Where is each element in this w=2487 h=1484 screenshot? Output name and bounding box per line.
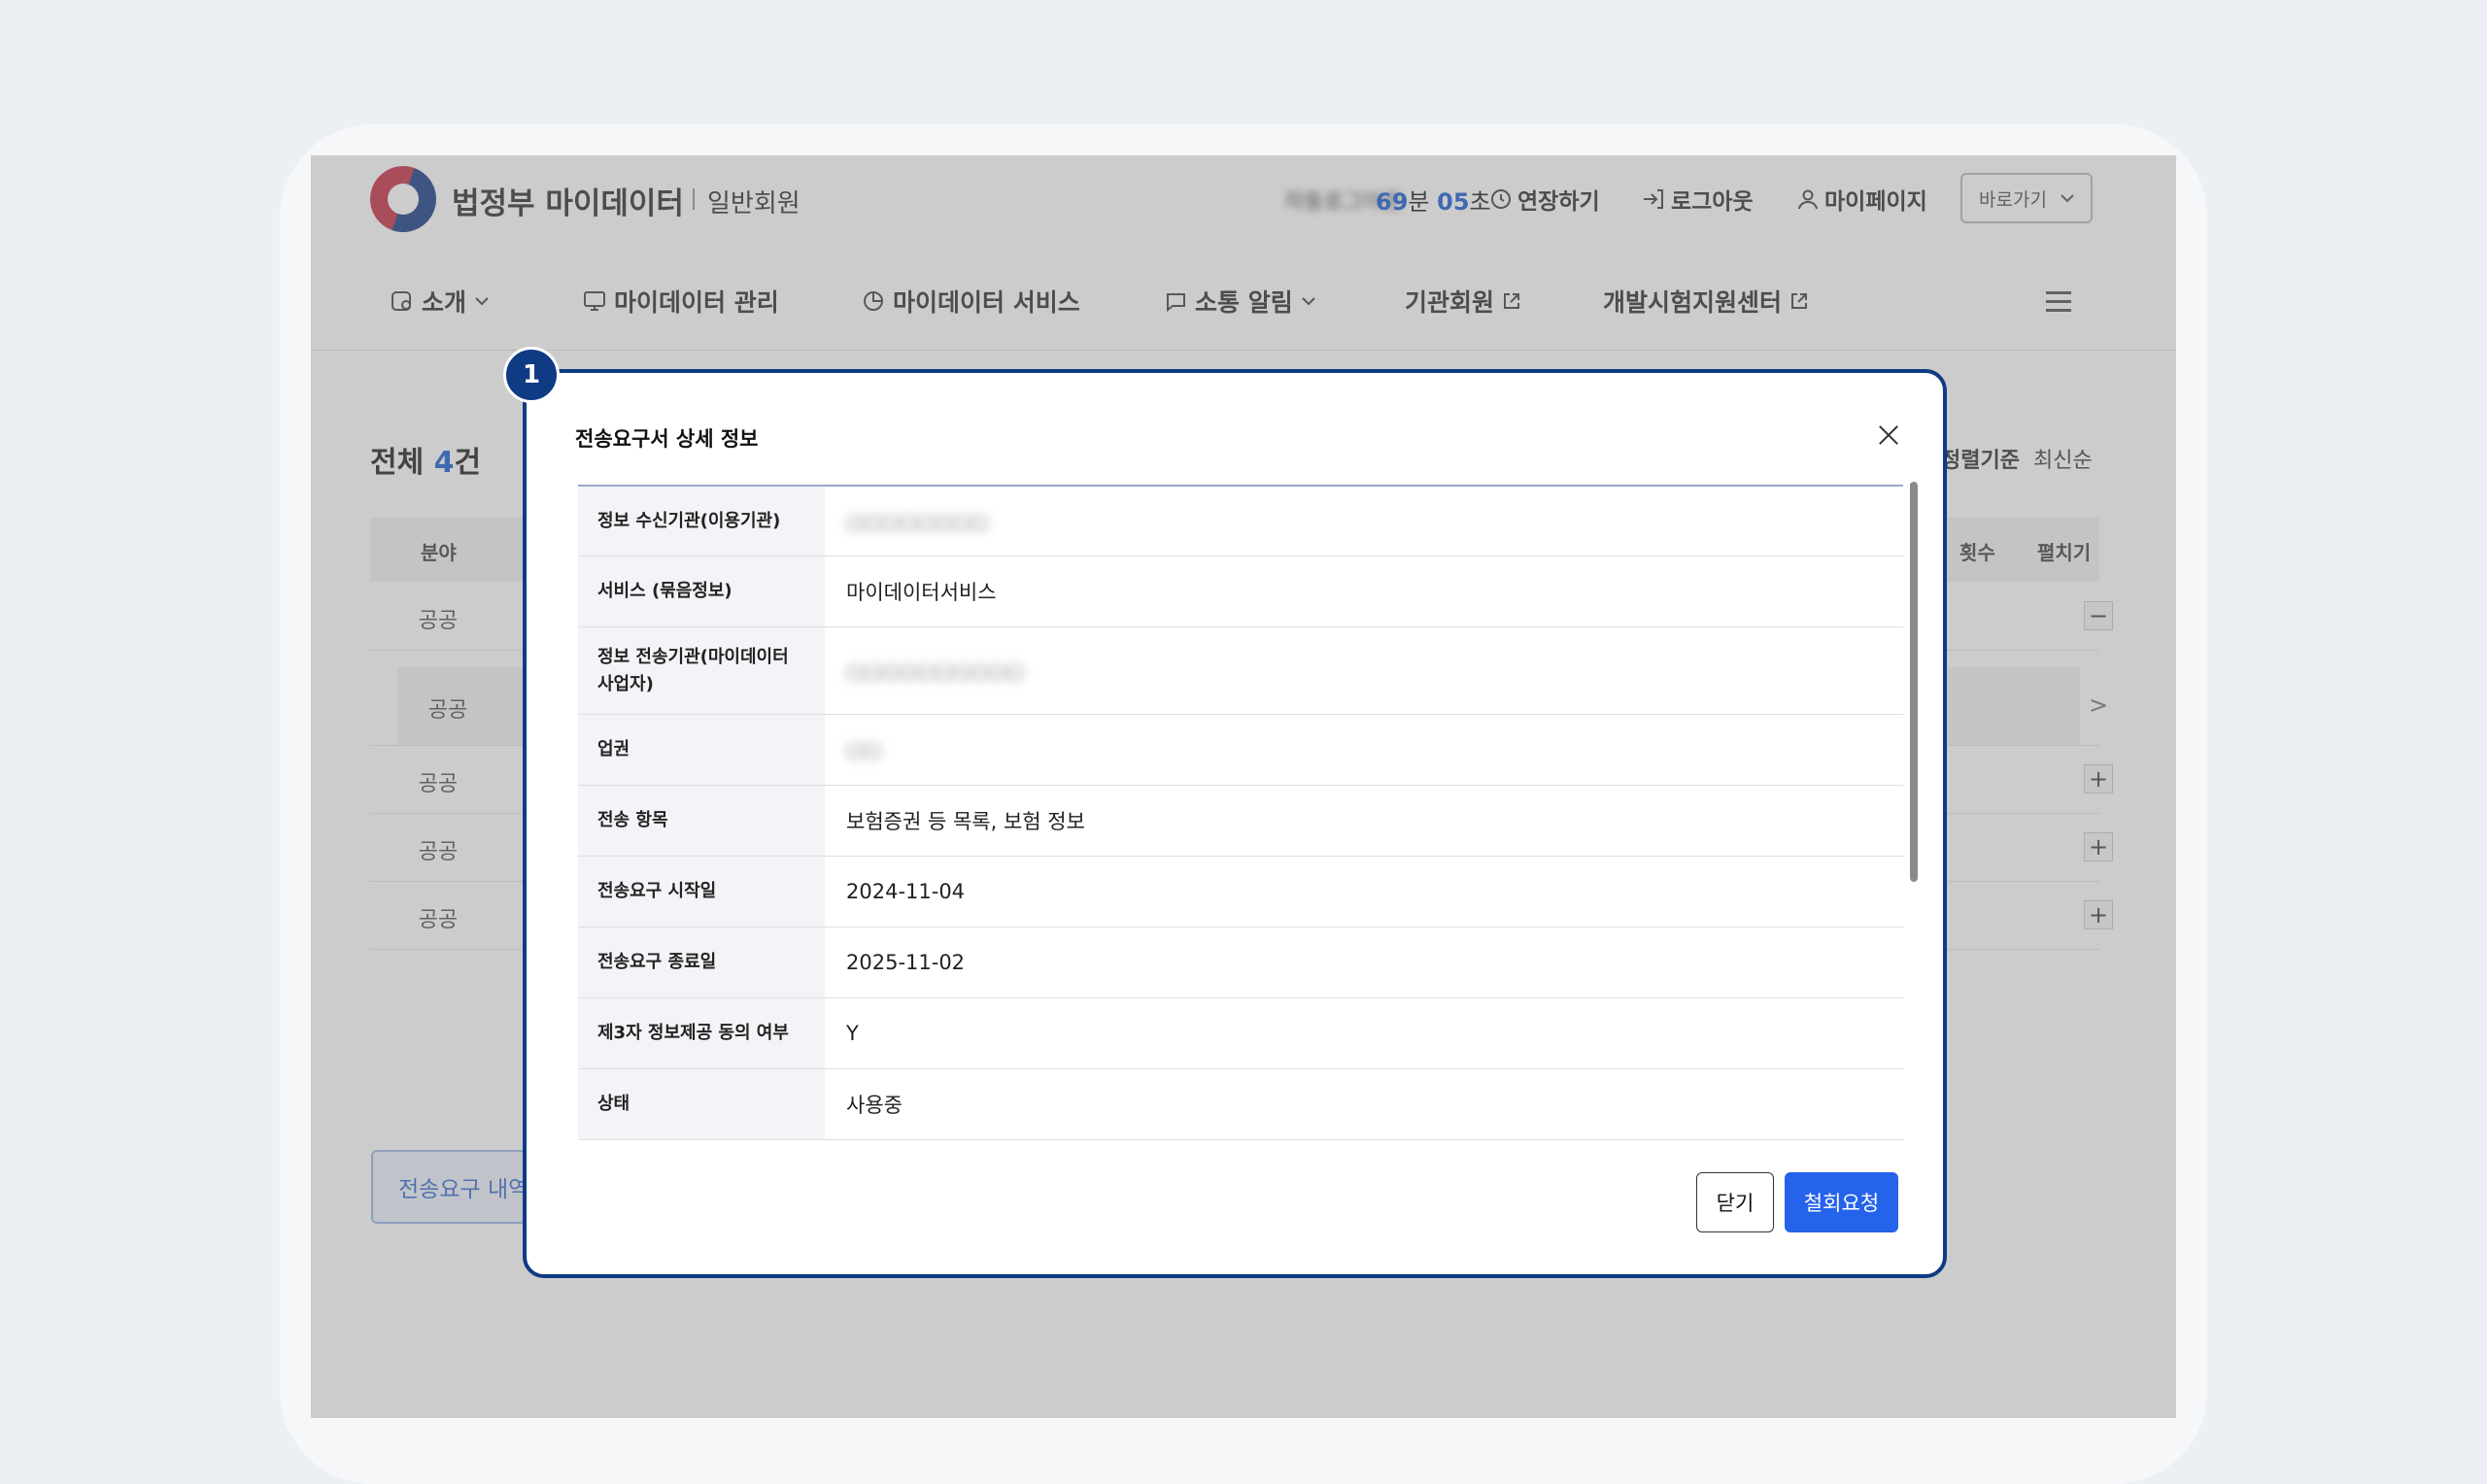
detail-row: 서비스 (묶음정보) 마이데이터서비스 — [578, 556, 1903, 627]
detail-value: 2024-11-04 — [846, 880, 966, 903]
detail-key: 전송요구 시작일 — [578, 857, 825, 927]
detail-key: 업권 — [578, 715, 825, 785]
detail-key: 정보 전송기관(마이데이터 사업자) — [578, 627, 825, 714]
request-detail-modal: 전송요구서 상세 정보 정보 수신기관(이용기관) ○○○○○○○○ 서비스 (… — [523, 369, 1947, 1278]
close-icon[interactable] — [1876, 422, 1901, 448]
detail-value: 2025-11-02 — [846, 951, 966, 974]
detail-row: 전송요구 종료일 2025-11-02 — [578, 928, 1903, 998]
detail-value: 보험증권 등 목록, 보험 정보 — [846, 810, 1085, 833]
detail-value: 사용중 — [846, 1094, 903, 1117]
detail-table: 정보 수신기관(이용기관) ○○○○○○○○ 서비스 (묶음정보) 마이데이터서… — [578, 485, 1903, 1140]
revoke-request-button[interactable]: 철회요청 — [1785, 1172, 1898, 1232]
detail-key: 제3자 정보제공 동의 여부 — [578, 998, 825, 1068]
detail-row: 정보 수신기관(이용기관) ○○○○○○○○ — [578, 487, 1903, 556]
detail-key: 상태 — [578, 1069, 825, 1139]
detail-key: 정보 수신기관(이용기관) — [578, 487, 825, 556]
detail-row: 업권 ○○ — [578, 715, 1903, 786]
detail-value: ○○ — [846, 738, 882, 761]
detail-value: 마이데이터서비스 — [846, 581, 997, 604]
detail-value: ○○○○○○○○ — [846, 509, 989, 533]
detail-row: 정보 전송기관(마이데이터 사업자) ○○○○○○○○○○ — [578, 627, 1903, 715]
detail-row: 전송요구 시작일 2024-11-04 — [578, 857, 1903, 928]
detail-key: 전송요구 종료일 — [578, 928, 825, 997]
detail-key: 서비스 (묶음정보) — [578, 556, 825, 626]
modal-title: 전송요구서 상세 정보 — [575, 427, 759, 451]
detail-value: Y — [846, 1022, 859, 1045]
close-button[interactable]: 닫기 — [1696, 1172, 1774, 1232]
detail-row: 상태 사용중 — [578, 1069, 1903, 1140]
modal-scrollbar[interactable] — [1910, 482, 1918, 882]
detail-key: 전송 항목 — [578, 786, 825, 856]
detail-value: ○○○○○○○○○○ — [846, 658, 1025, 683]
detail-row: 제3자 정보제공 동의 여부 Y — [578, 998, 1903, 1069]
detail-row: 전송 항목 보험증권 등 목록, 보험 정보 — [578, 786, 1903, 857]
step-badge: 1 — [503, 347, 560, 403]
